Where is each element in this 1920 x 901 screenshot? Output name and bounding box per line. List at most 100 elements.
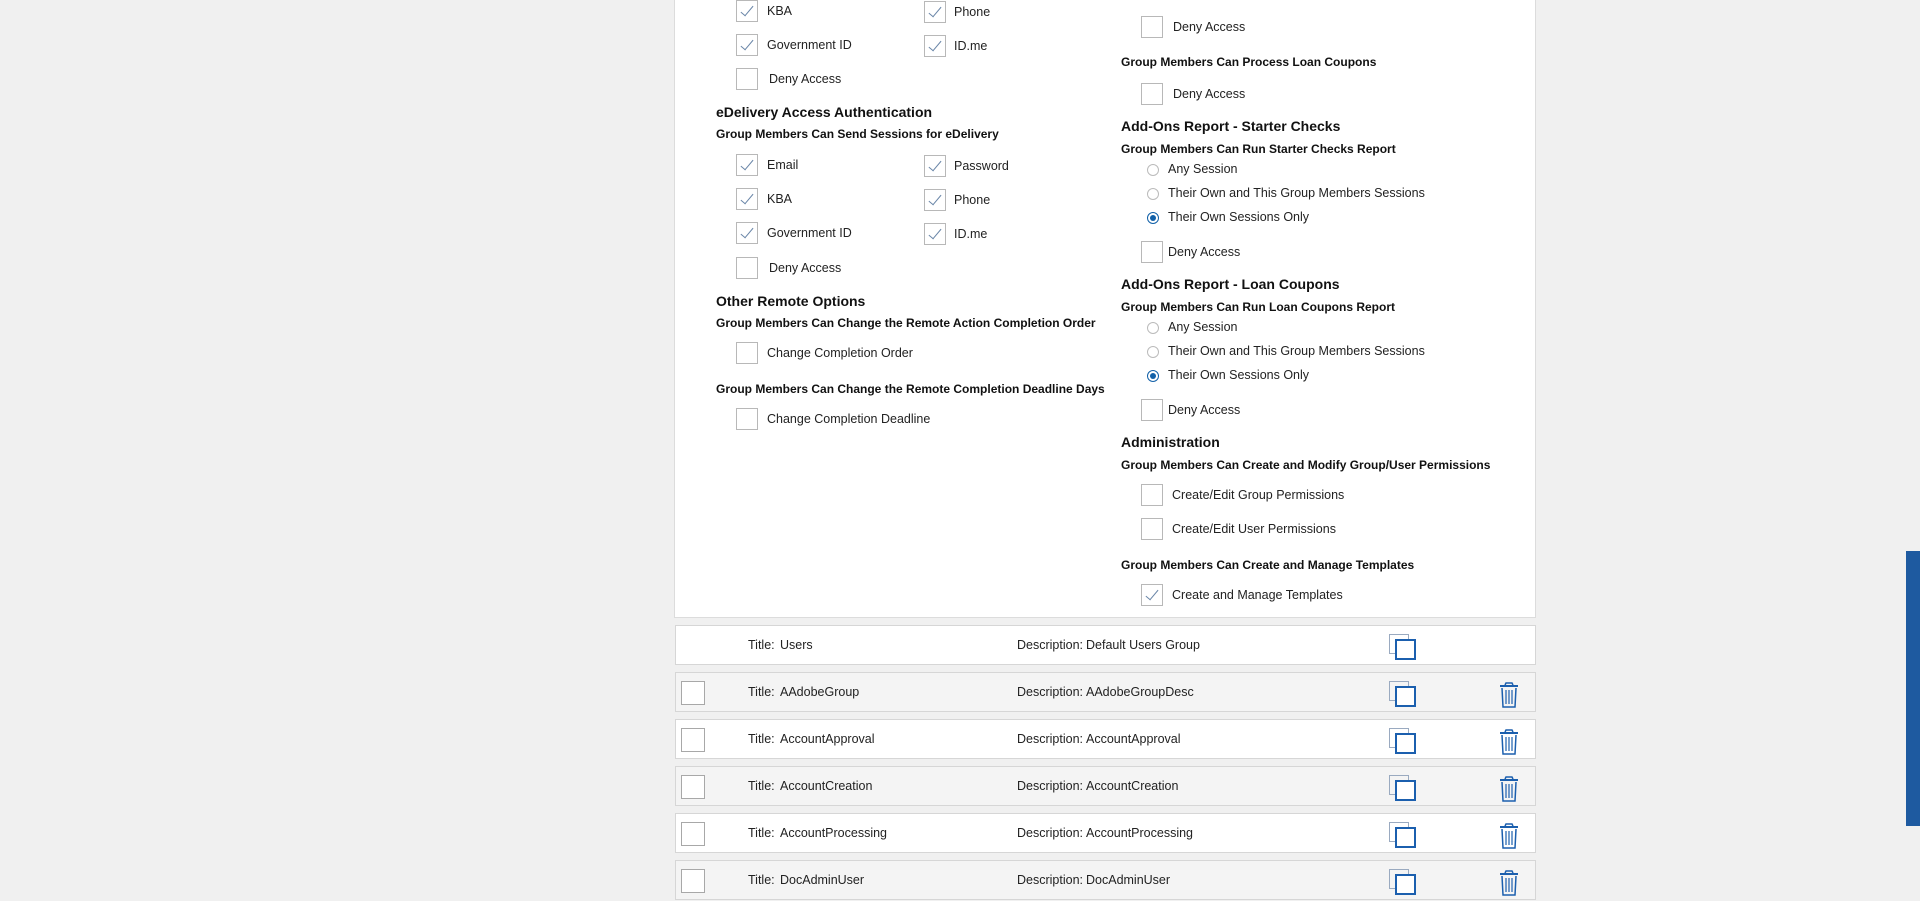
table-row[interactable]: Title: AAdobeGroup Description: AAdobeGroup… <box>675 672 1536 712</box>
government-id-checkbox-1[interactable] <box>736 34 758 56</box>
row-description-prefix: Description: <box>1017 873 1083 887</box>
starter-any-session-radio[interactable] <box>1147 164 1159 176</box>
starter-checks-subtitle: Group Members Can Run Starter Checks Rep… <box>1121 142 1396 156</box>
loan-group-sessions-label: Their Own and This Group Members Session… <box>1168 344 1425 358</box>
loan-group-sessions-radio[interactable] <box>1147 346 1159 358</box>
password-label: Password <box>954 159 1009 173</box>
deny-access-label-2: Deny Access <box>769 261 842 275</box>
table-row[interactable]: Title: AccountCreation Description: Account… <box>675 766 1536 806</box>
create-edit-group-permissions-checkbox[interactable] <box>1141 484 1163 506</box>
edelivery-subtitle: Group Members Can Send Sessions for eDel… <box>716 127 999 141</box>
row-description: DocAdminUser <box>1086 873 1171 887</box>
loan-deny-access-checkbox[interactable] <box>1141 399 1163 421</box>
deny-access-label-top: Deny Access <box>1173 20 1246 34</box>
deny-access-label-1: Deny Access <box>769 72 842 86</box>
loan-coupons-subtitle: Group Members Can Run Loan Coupons Repor… <box>1121 300 1396 314</box>
trash-icon[interactable] <box>1498 823 1520 849</box>
deny-access-checkbox-2[interactable] <box>736 257 758 279</box>
create-manage-templates-label: Create and Manage Templates <box>1172 588 1343 602</box>
trash-icon[interactable] <box>1498 870 1520 896</box>
administration-title: Administration <box>1121 434 1220 450</box>
row-title-prefix: Title: <box>748 732 775 746</box>
deny-access-loan-coupons-checkbox[interactable] <box>1141 83 1163 105</box>
loan-coupons-title: Add-Ons Report - Loan Coupons <box>1121 276 1340 292</box>
copy-icon[interactable] <box>1389 869 1417 897</box>
kba-label-2: KBA <box>767 192 793 206</box>
starter-group-sessions-radio[interactable] <box>1147 188 1159 200</box>
row-title: AccountCreation <box>780 779 873 793</box>
kba-checkbox-2[interactable] <box>736 188 758 210</box>
starter-own-sessions-radio[interactable] <box>1147 212 1159 224</box>
row-title-prefix: Title: <box>748 638 775 652</box>
row-select-checkbox[interactable] <box>681 728 705 752</box>
row-title: AccountApproval <box>780 732 875 746</box>
row-description-prefix: Description: <box>1017 685 1083 699</box>
row-select-checkbox[interactable] <box>681 869 705 893</box>
row-description-prefix: Description: <box>1017 638 1083 652</box>
password-checkbox[interactable] <box>924 155 946 177</box>
table-row[interactable]: Title: AccountApproval Description: Account… <box>675 719 1536 759</box>
deny-access-checkbox-top[interactable] <box>1141 16 1163 38</box>
deny-access-checkbox-1[interactable] <box>736 68 758 90</box>
change-completion-deadline-checkbox[interactable] <box>736 408 758 430</box>
trash-icon[interactable] <box>1498 682 1520 708</box>
row-select-checkbox[interactable] <box>681 681 705 705</box>
government-id-label-2: Government ID <box>767 226 852 240</box>
loan-any-session-label: Any Session <box>1168 320 1238 334</box>
row-title-prefix: Title: <box>748 685 775 699</box>
templates-subtitle: Group Members Can Create and Manage Temp… <box>1121 558 1415 572</box>
row-description: AccountProcessing <box>1086 826 1194 840</box>
row-description: AccountApproval <box>1086 732 1181 746</box>
copy-icon[interactable] <box>1389 681 1417 709</box>
row-title: AAdobeGroup <box>780 685 860 699</box>
copy-icon[interactable] <box>1389 728 1417 756</box>
table-row[interactable]: Title: DocAdminUser Description: DocAdminUs… <box>675 860 1536 900</box>
change-completion-order-checkbox[interactable] <box>736 342 758 364</box>
create-edit-user-permissions-label: Create/Edit User Permissions <box>1172 522 1336 536</box>
change-completion-deadline-label: Change Completion Deadline <box>767 412 931 426</box>
kba-checkbox-1[interactable] <box>736 0 758 22</box>
row-title-prefix: Title: <box>748 873 775 887</box>
idme-label-1: ID.me <box>954 39 988 53</box>
row-title: AccountProcessing <box>780 826 888 840</box>
kba-label-1: KBA <box>767 4 793 18</box>
copy-icon[interactable] <box>1389 822 1417 850</box>
row-title: DocAdminUser <box>780 873 865 887</box>
loan-deny-access-label: Deny Access <box>1168 403 1241 417</box>
administration-subtitle: Group Members Can Create and Modify Grou… <box>1121 458 1491 472</box>
idme-checkbox-2[interactable] <box>924 223 946 245</box>
row-description-prefix: Description: <box>1017 826 1083 840</box>
table-row[interactable]: Title: AccountProcessing Description: Accou… <box>675 813 1536 853</box>
trash-icon[interactable] <box>1498 776 1520 802</box>
other-remote-options-title: Other Remote Options <box>716 293 866 309</box>
copy-icon[interactable] <box>1389 634 1417 662</box>
loan-any-session-radio[interactable] <box>1147 322 1159 334</box>
row-description: AccountCreation <box>1086 779 1179 793</box>
phone-label-1: Phone <box>954 5 991 19</box>
row-title-prefix: Title: <box>748 779 775 793</box>
create-edit-user-permissions-checkbox[interactable] <box>1141 518 1163 540</box>
trash-icon[interactable] <box>1498 729 1520 755</box>
row-title: Users <box>780 638 813 652</box>
row-title-prefix: Title: <box>748 826 775 840</box>
starter-checks-title: Add-Ons Report - Starter Checks <box>1121 118 1341 134</box>
government-id-checkbox-2[interactable] <box>736 222 758 244</box>
phone-checkbox-1[interactable] <box>924 1 946 23</box>
row-description-prefix: Description: <box>1017 732 1083 746</box>
row-select-checkbox[interactable] <box>681 775 705 799</box>
starter-deny-access-checkbox[interactable] <box>1141 241 1163 263</box>
idme-label-2: ID.me <box>954 227 988 241</box>
create-manage-templates-checkbox[interactable] <box>1141 584 1163 606</box>
phone-checkbox-2[interactable] <box>924 189 946 211</box>
table-row[interactable]: Title: Users Description: Default Users Gro… <box>675 625 1536 665</box>
idme-checkbox-1[interactable] <box>924 35 946 57</box>
create-edit-group-permissions-label: Create/Edit Group Permissions <box>1172 488 1345 502</box>
row-description-prefix: Description: <box>1017 779 1083 793</box>
loan-own-sessions-radio[interactable] <box>1147 370 1159 382</box>
row-select-checkbox[interactable] <box>681 822 705 846</box>
scrollbar-thumb[interactable] <box>1906 551 1920 826</box>
starter-own-sessions-label: Their Own Sessions Only <box>1168 210 1310 224</box>
permissions-panel <box>674 0 1536 618</box>
email-checkbox[interactable] <box>736 154 758 176</box>
copy-icon[interactable] <box>1389 775 1417 803</box>
